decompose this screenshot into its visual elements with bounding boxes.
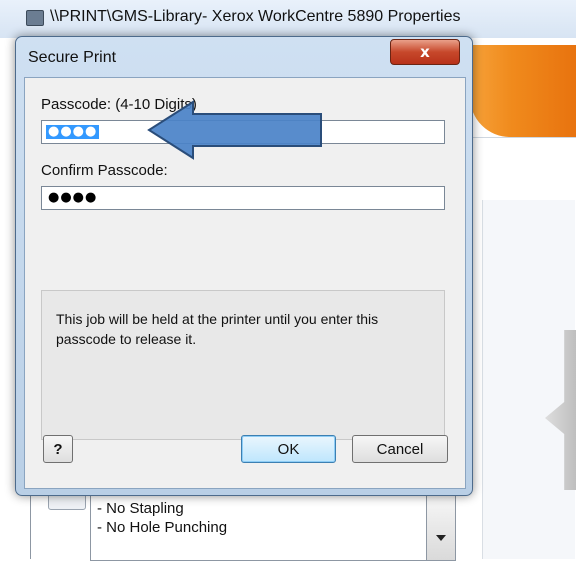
- printer-preview-pane: [482, 200, 575, 559]
- left-arrow-annotation: [147, 100, 322, 160]
- dropdown-button[interactable]: [426, 494, 456, 561]
- printer-icon: [26, 10, 44, 26]
- properties-window-titlebar: \\PRINT\GMS-Library- Xerox WorkCentre 58…: [0, 0, 576, 38]
- passcode-value: ●●●●: [46, 124, 100, 139]
- close-icon: x: [420, 43, 430, 61]
- info-text: This job will be held at the printer unt…: [56, 311, 379, 347]
- cancel-button[interactable]: Cancel: [352, 435, 448, 463]
- chevron-down-icon: [436, 534, 446, 541]
- help-button[interactable]: ?: [43, 435, 73, 463]
- ok-button[interactable]: OK: [241, 435, 336, 463]
- info-panel: This job will be held at the printer unt…: [41, 290, 445, 440]
- dialog-title: Secure Print: [28, 49, 117, 66]
- list-item: - No Hole Punching: [97, 519, 228, 536]
- banner-strip: [470, 137, 576, 198]
- properties-window-title: \\PRINT\GMS-Library- Xerox WorkCentre 58…: [50, 8, 461, 25]
- xerox-banner: [470, 45, 576, 137]
- list-item: - No Stapling: [97, 500, 184, 517]
- close-button[interactable]: x: [390, 39, 460, 65]
- confirm-passcode-value: ●●●●: [48, 190, 98, 205]
- finishing-options-list[interactable]: - No Stapling - No Hole Punching: [90, 490, 428, 561]
- group-frame: [30, 488, 31, 559]
- confirm-passcode-field[interactable]: ●●●●: [41, 186, 445, 210]
- confirm-passcode-label: Confirm Passcode:: [41, 162, 168, 179]
